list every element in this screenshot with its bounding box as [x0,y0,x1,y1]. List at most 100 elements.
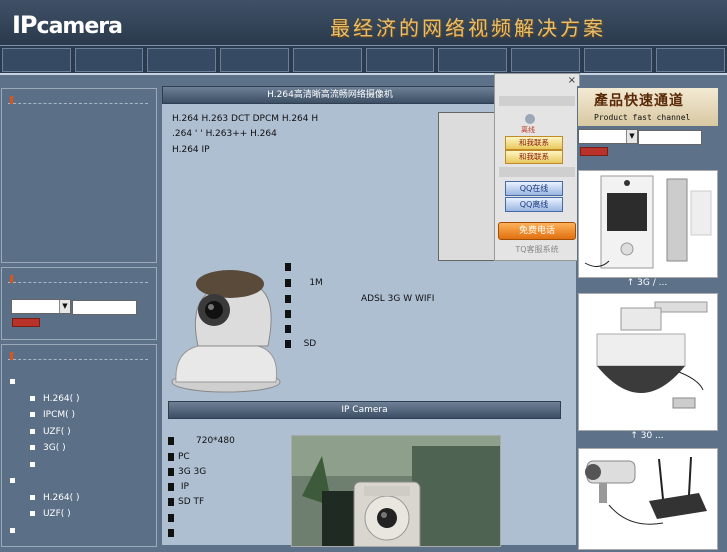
channel-title: 產品快速通道 [594,93,684,109]
tq-chat-widget: × 离线 和我联系 和我联系 QQ在线 QQ离线 免费电话 TQ客服系统 [494,73,580,261]
file-icon [30,395,35,401]
ptz-camera-image [171,270,281,393]
feature-line: 3G 3G [168,467,206,477]
product-search-button[interactable] [580,147,608,156]
user-icon [525,114,535,124]
search-input[interactable] [72,300,137,315]
bullet-icon [168,497,174,506]
tree-label: IPCM( ) [43,410,76,420]
chevron-down-icon: ▼ [59,300,70,313]
category-tree: H.264( ) IPCM( ) UZF( ) 3G( ) H.264( ) UZF( ) [10,377,80,542]
offline-label: 离线 [521,126,535,134]
slogan: 最经济的网络视频解决方案 [330,16,606,40]
product-image [596,301,708,409]
bullet-icon [168,513,174,522]
feature-line [285,309,295,319]
nav-tab[interactable] [365,48,435,72]
feature-line: ADSL 3G W WIFI [285,294,434,304]
bullet-icon [285,294,291,303]
product-search-input[interactable] [638,130,702,145]
tree-item[interactable]: IPCM( ) [10,410,80,427]
feature-line: 1M [285,278,323,288]
feature-line: SD [285,339,316,349]
nav-tab[interactable] [220,48,289,72]
file-icon [30,412,35,417]
file-icon [30,494,35,500]
tree-label: UZF( ) [43,509,71,519]
qq-online-button[interactable]: QQ在线 [505,181,563,196]
bullet-icon [168,528,174,537]
bullet-icon [168,452,174,461]
section-title-h264: H.264高清晰高流畅网络摄像机 [162,86,498,104]
tree-group[interactable] [10,377,80,394]
left-panel-news [1,88,157,263]
channel-header: 產品快速通道 Product fast channel [578,88,718,126]
nav-tab[interactable] [583,48,653,72]
contact-button[interactable]: 和我联系 [505,150,563,164]
nav-tab[interactable] [292,48,362,72]
file-icon [30,511,35,516]
site-logo[interactable]: IPcamera [12,11,123,39]
bullet-icon [285,339,291,348]
feature-line: SD TF [168,497,204,507]
folder-icon [10,478,15,483]
feature-line: 720*480 [168,436,235,446]
qq-offline-button[interactable]: QQ离线 [505,197,563,212]
bullet-icon [285,278,291,287]
tree-item[interactable] [10,460,80,477]
search-button[interactable] [12,318,40,327]
product-select[interactable]: ▼ [578,129,638,144]
nav-tab[interactable] [74,48,144,72]
free-phone-button[interactable]: 免费电话 [498,222,576,240]
intro-line: .264 ' ' H.263++ H.264 [172,129,277,139]
tq-footer: TQ客服系统 [515,245,559,254]
product-caption[interactable]: ↑ 3G / ... [578,278,716,288]
tree-group[interactable] [10,526,80,543]
product-card[interactable] [578,170,718,278]
nav-tab[interactable] [147,48,217,72]
tree-item[interactable]: H.264( ) [10,493,80,510]
product-card[interactable] [578,293,718,431]
feature-line [285,262,295,272]
bullet-icon [285,324,291,333]
logo-text: camera [36,14,123,39]
close-icon[interactable]: × [568,75,576,86]
tree-item[interactable]: UZF( ) [10,509,80,526]
tree-item[interactable]: UZF( ) [10,427,80,444]
product-card[interactable] [578,448,718,550]
category-select[interactable]: ▼ [11,299,71,314]
product-caption[interactable]: ↑ 30 ... [578,431,716,441]
tree-group[interactable] [10,476,80,493]
folder-icon [10,379,15,384]
left-panel-search: ▼ [1,267,157,340]
tree-item[interactable]: H.264( ) [10,394,80,411]
panel-header [8,351,148,360]
feature-line [168,513,178,523]
bullet-icon [10,96,13,104]
tree-label: UZF( ) [43,426,71,437]
nav-tab[interactable] [438,48,507,72]
folder-icon [10,527,15,533]
file-icon [30,461,35,467]
product-image [585,456,707,525]
main-nav [0,45,727,75]
nav-tab[interactable] [656,48,726,72]
nav-tab[interactable] [510,48,580,72]
site-header: IPcamera 最经济的网络视频解决方案 [0,0,727,45]
content-frame [438,112,500,261]
bullet-icon [168,467,174,476]
tree-label: H.264( ) [43,492,80,503]
tq-bar [499,96,575,106]
feature-line: PC [168,452,190,462]
tq-bar [499,167,575,177]
tree-label: H.264( ) [43,393,80,404]
tree-item[interactable]: 3G( ) [10,443,80,460]
contact-button[interactable]: 和我联系 [505,136,563,150]
intro-line: H.264 IP [172,145,210,155]
nav-tab[interactable] [2,48,71,72]
feature-line [168,528,178,538]
panel-header [8,274,148,283]
product-image [584,175,712,269]
file-icon [30,445,35,450]
channel-subtitle: Product fast channel [594,113,691,122]
